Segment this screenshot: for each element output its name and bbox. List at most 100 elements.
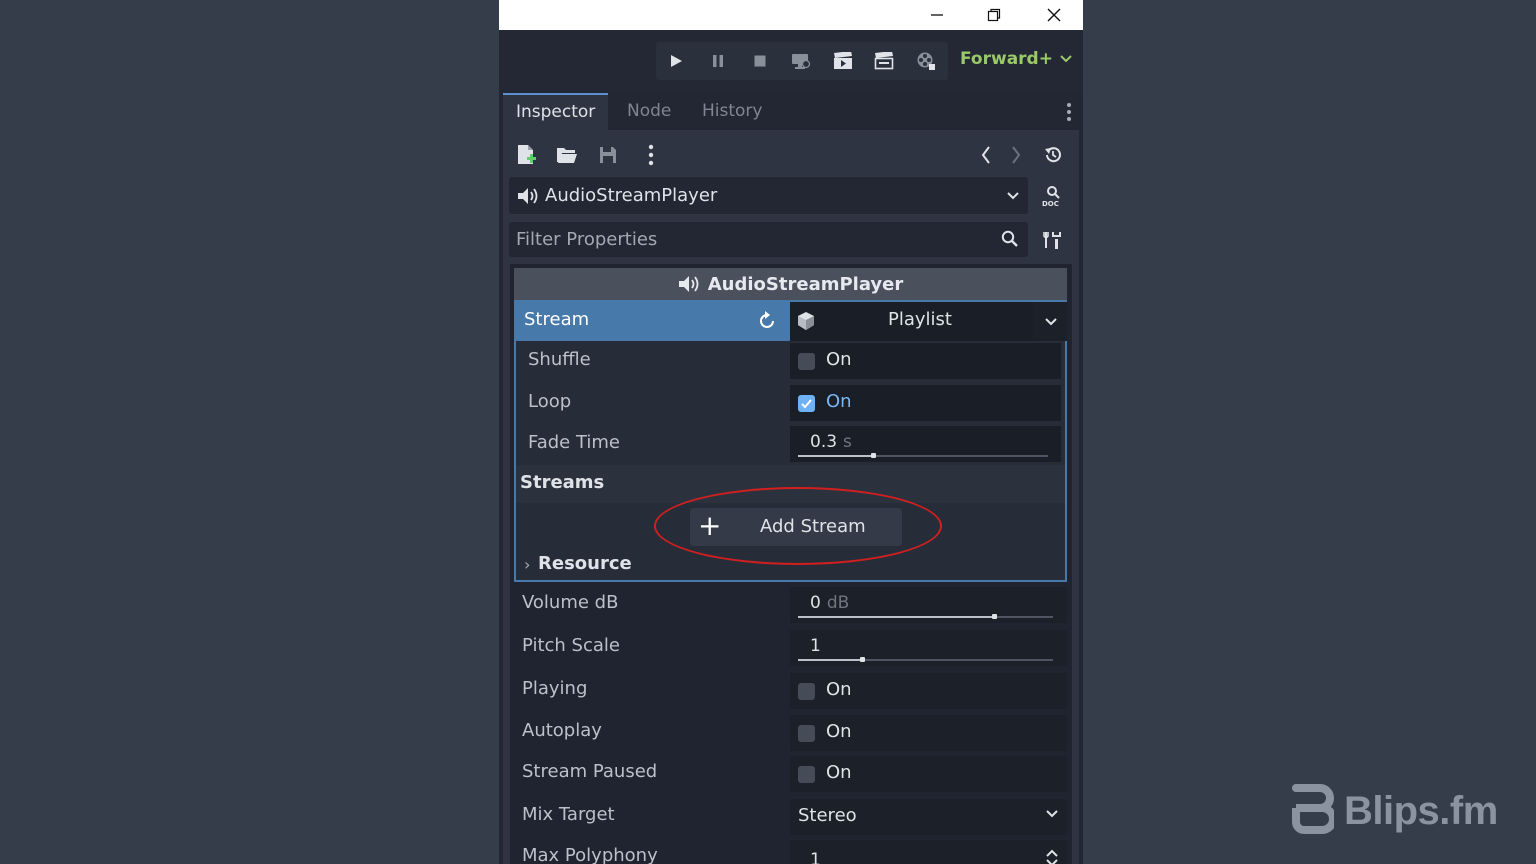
stop-button[interactable] (747, 49, 773, 73)
checkbox-unchecked-icon (798, 725, 815, 742)
history-forward-button[interactable] (1003, 142, 1029, 168)
svg-text:DOC: DOC (1042, 200, 1059, 207)
filter-placeholder: Filter Properties (516, 229, 658, 250)
folder-open-icon (557, 148, 577, 163)
checkbox-unchecked-icon (798, 353, 815, 370)
tab-menu-icon[interactable] (1065, 101, 1073, 123)
more-options-button[interactable] (638, 142, 664, 168)
tab-node[interactable]: Node (614, 93, 684, 130)
volume-db-label: Volume dB (522, 592, 619, 613)
play-custom-scene-icon (874, 52, 894, 70)
stream-value: Playlist (888, 309, 952, 330)
autoplay-label: Autoplay (522, 720, 602, 741)
close-button[interactable] (1031, 0, 1077, 30)
tab-history[interactable]: History (689, 93, 775, 130)
volume-db-value: 0 dB (810, 593, 850, 613)
playing-label: Playing (522, 678, 588, 699)
stream-label: Stream (524, 309, 590, 330)
max-polyphony-value: 1 (810, 850, 821, 864)
watermark-text: Blips.fm (1344, 788, 1498, 833)
restore-icon (987, 8, 1001, 22)
object-history-button[interactable] (1040, 142, 1066, 168)
speaker-icon (678, 276, 699, 292)
blips-watermark: Blips.fm (1290, 783, 1498, 839)
minimize-icon (931, 14, 943, 16)
max-polyphony-spinbox[interactable]: 1 (790, 840, 1067, 864)
inspector-tools-button[interactable] (1040, 227, 1066, 253)
dock-tabs: Inspector Node History (503, 93, 1079, 130)
stream-paused-checkbox[interactable]: On (790, 756, 1067, 792)
chevron-down-icon (1046, 810, 1058, 818)
tab-inspector[interactable]: Inspector (503, 93, 609, 130)
title-bar (499, 0, 1083, 30)
shuffle-label: Shuffle (528, 349, 591, 370)
tools-icon (1043, 232, 1061, 249)
remote-debug-button[interactable] (788, 49, 814, 73)
chevron-right-icon: › (524, 555, 531, 574)
loop-value: On (826, 391, 852, 412)
slider-grabber[interactable] (859, 657, 865, 662)
open-resource-button[interactable] (554, 142, 580, 168)
slider-grabber[interactable] (992, 614, 998, 619)
volume-db-spinslider[interactable]: 0 dB (790, 587, 1067, 623)
resource-group[interactable]: › Resource (516, 549, 1065, 582)
new-resource-icon (518, 145, 536, 164)
stream-paused-value: On (826, 762, 852, 783)
save-icon (600, 147, 616, 163)
pitch-scale-slider[interactable] (798, 657, 1053, 662)
movie-maker-icon (917, 52, 935, 70)
streams-header-label: Streams (520, 472, 605, 493)
checkbox-unchecked-icon (798, 683, 815, 700)
shuffle-value: On (826, 349, 852, 370)
renderer-selector[interactable]: Forward+ (960, 49, 1073, 69)
open-documentation-button[interactable]: DOC (1039, 183, 1065, 209)
pitch-scale-spinslider[interactable]: 1 (790, 630, 1067, 666)
search-icon (1001, 230, 1018, 247)
fade-time-spinslider[interactable]: 0.3 s (790, 426, 1061, 462)
spin-arrows-icon[interactable] (1045, 848, 1059, 864)
play-scene-icon (834, 52, 852, 69)
history-back-button[interactable] (973, 142, 999, 168)
chevron-down-icon (1060, 55, 1072, 63)
new-resource-button[interactable] (513, 142, 539, 168)
movie-maker-button[interactable] (913, 49, 939, 73)
restore-button[interactable] (971, 0, 1017, 30)
save-resource-button[interactable] (595, 142, 621, 168)
checkbox-checked-icon (798, 395, 815, 412)
volume-db-slider[interactable] (798, 614, 1053, 619)
stop-icon (754, 55, 766, 67)
slider-grabber[interactable] (871, 453, 876, 458)
pause-button[interactable] (705, 49, 731, 73)
play-scene-button[interactable] (830, 49, 856, 73)
filter-properties-input[interactable]: Filter Properties (509, 222, 1028, 257)
mix-target-select[interactable]: Stereo (790, 799, 1067, 835)
pitch-scale-label: Pitch Scale (522, 635, 620, 656)
stream-dropdown-button[interactable] (1033, 302, 1067, 342)
chevron-left-icon (981, 146, 990, 164)
loop-checkbox[interactable]: On (790, 385, 1061, 421)
stream-paused-property: Stream Paused On (514, 753, 1067, 794)
revert-icon[interactable] (758, 311, 778, 331)
volume-db-property: Volume dB 0 dB (514, 584, 1067, 625)
class-header-label: AudioStreamPlayer (707, 273, 904, 295)
minimize-button[interactable] (914, 0, 960, 30)
inspector-panel: AudioStreamPlayer DOC Filter Properties … (503, 130, 1079, 864)
chevron-right-icon (1012, 146, 1021, 164)
more-vertical-icon (648, 144, 654, 166)
node-selector-label: AudioStreamPlayer (545, 185, 718, 206)
max-polyphony-label: Max Polyphony (522, 845, 658, 864)
fade-time-value: 0.3 s (810, 432, 852, 452)
play-custom-scene-button[interactable] (871, 49, 897, 73)
stream-resource-picker[interactable]: Playlist (790, 300, 1067, 342)
fade-time-slider[interactable] (798, 453, 1048, 458)
shuffle-checkbox[interactable]: On (790, 343, 1061, 379)
playing-checkbox[interactable]: On (790, 673, 1067, 709)
autoplay-checkbox[interactable]: On (790, 715, 1067, 751)
play-button[interactable] (663, 49, 689, 73)
stream-paused-label: Stream Paused (522, 761, 658, 782)
speaker-icon (518, 188, 538, 204)
top-toolbar: Forward+ (499, 30, 1083, 92)
fade-time-label: Fade Time (528, 432, 621, 453)
stream-label-cell[interactable]: Stream (514, 300, 790, 342)
node-selector[interactable]: AudioStreamPlayer (509, 177, 1028, 214)
